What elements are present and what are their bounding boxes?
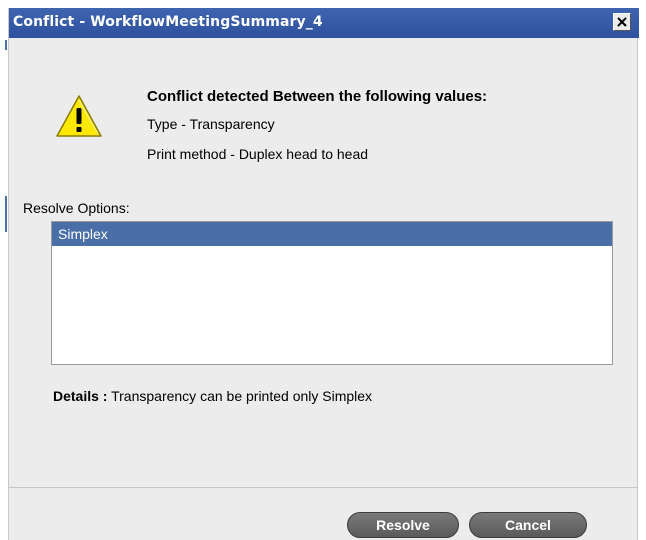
footer-divider <box>9 487 637 488</box>
dialog-title: Conflict - WorkflowMeetingSummary_4 <box>13 14 323 30</box>
list-item[interactable]: Simplex <box>52 222 612 246</box>
conflict-type-line: Type - Transparency <box>147 116 275 132</box>
page: Conflict - WorkflowMeetingSummary_4 Conf… <box>0 0 646 540</box>
resolve-options-label: Resolve Options: <box>23 200 130 216</box>
resolve-options-list[interactable]: Simplex <box>51 221 613 365</box>
background-window-edge <box>0 0 8 540</box>
cancel-button[interactable]: Cancel <box>469 512 587 538</box>
close-icon <box>617 17 627 27</box>
conflict-heading: Conflict detected Between the following … <box>147 88 488 105</box>
edge-marker <box>5 196 7 232</box>
edge-marker <box>5 40 7 50</box>
resolve-button[interactable]: Resolve <box>347 512 459 538</box>
details-label: Details : <box>53 388 108 404</box>
warning-icon <box>56 95 102 137</box>
title-bar[interactable]: Conflict - WorkflowMeetingSummary_4 <box>9 8 639 38</box>
details-text: Details : Transparency can be printed on… <box>53 388 372 404</box>
conflict-dialog: Conflict - WorkflowMeetingSummary_4 Conf… <box>8 8 639 540</box>
conflict-print-method-line: Print method - Duplex head to head <box>147 146 369 162</box>
close-button[interactable] <box>613 13 631 31</box>
details-value: Transparency can be printed only Simplex <box>111 388 373 404</box>
